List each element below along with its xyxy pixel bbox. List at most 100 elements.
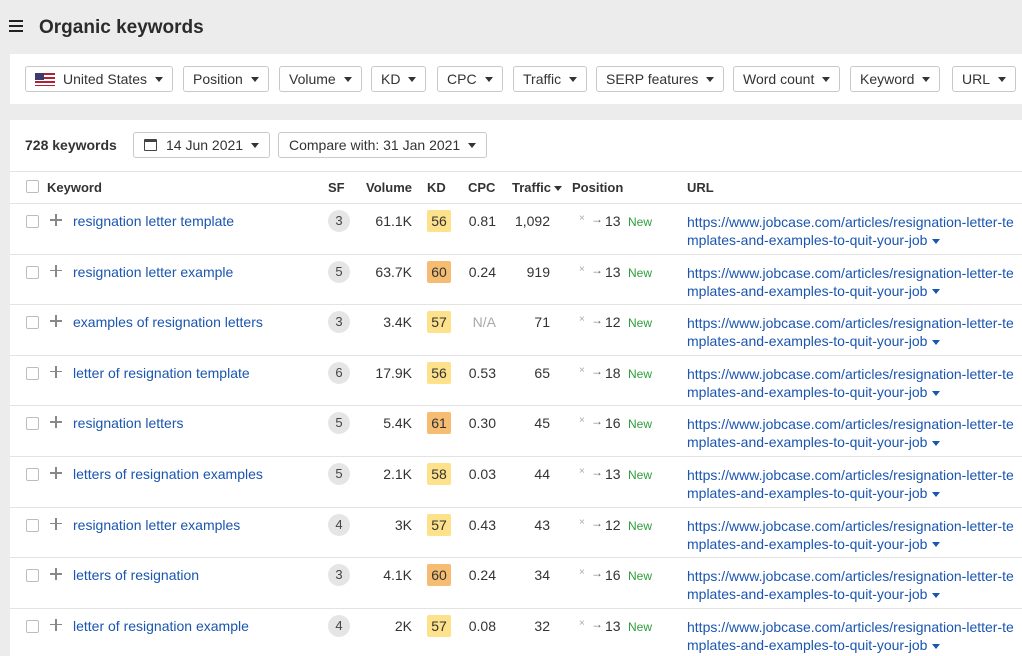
- url-link[interactable]: https://www.jobcase.com/articles/resigna…: [687, 213, 1017, 249]
- date-label: 14 Jun 2021: [166, 137, 244, 153]
- column-header-traffic[interactable]: Traffic: [512, 180, 563, 195]
- volume-filter-button[interactable]: Volume: [279, 66, 362, 92]
- traffic-filter-button[interactable]: Traffic: [513, 66, 588, 92]
- keyword-link[interactable]: resignation letter example: [73, 264, 233, 280]
- table-row: resignation letter example 5 63.7K 60 0.24 91…: [10, 253, 1022, 305]
- chevron-down-icon: [484, 76, 493, 82]
- chevron-down-icon[interactable]: [932, 339, 941, 345]
- kd-badge: 60: [427, 564, 451, 587]
- serp-features-badge[interactable]: 5: [328, 260, 350, 283]
- serp-features-badge[interactable]: 4: [328, 513, 350, 536]
- serp-features-filter-button[interactable]: SERP features: [596, 66, 725, 92]
- plus-icon[interactable]: [50, 315, 62, 328]
- row-checkbox[interactable]: [26, 468, 39, 481]
- row-checkbox[interactable]: [26, 417, 39, 431]
- date-picker-button[interactable]: 14 Jun 2021: [133, 132, 271, 158]
- serp-features-badge[interactable]: 6: [328, 361, 350, 384]
- chevron-down-icon[interactable]: [932, 238, 941, 244]
- url-link[interactable]: https://www.jobcase.com/articles/resigna…: [687, 415, 1017, 451]
- chevron-down-icon[interactable]: [932, 592, 941, 598]
- compare-label: Compare with: 31 Jan 2021: [289, 137, 461, 153]
- row-checkbox[interactable]: [26, 265, 39, 279]
- column-header-kd[interactable]: KD: [427, 180, 446, 195]
- keyword-link[interactable]: resignation letter template: [73, 213, 234, 229]
- position-value: 16: [605, 415, 621, 432]
- plus-icon[interactable]: [50, 568, 62, 581]
- plus-icon[interactable]: [50, 264, 62, 277]
- chevron-down-icon: [468, 142, 477, 148]
- column-header-keyword[interactable]: Keyword: [47, 180, 102, 195]
- volume-value: 2.1K: [383, 466, 412, 482]
- table-row: resignation letters 5 5.4K 61 0.30 45 × → 16 New h…: [10, 405, 1022, 456]
- row-checkbox[interactable]: [26, 619, 39, 633]
- compare-with-button[interactable]: Compare with: 31 Jan 2021: [278, 132, 488, 158]
- us-flag-icon: [35, 72, 55, 86]
- volume-value: 61.1K: [375, 213, 412, 229]
- chevron-down-icon[interactable]: [932, 441, 941, 447]
- url-link[interactable]: https://www.jobcase.com/articles/resigna…: [687, 466, 1017, 502]
- cpc-value: 0.03: [468, 466, 496, 482]
- chevron-down-icon[interactable]: [932, 542, 941, 548]
- keyword-link[interactable]: letters of resignation examples: [73, 466, 263, 482]
- keyword-filter-label: Keyword: [860, 71, 915, 87]
- url-link[interactable]: https://www.jobcase.com/articles/resigna…: [687, 517, 1017, 553]
- row-checkbox[interactable]: [26, 366, 39, 380]
- keyword-link[interactable]: letters of resignation: [73, 567, 199, 583]
- plus-icon[interactable]: [50, 214, 62, 226]
- plus-icon[interactable]: [50, 467, 62, 479]
- keyword-filter-button[interactable]: Keyword: [850, 66, 941, 92]
- serp-features-badge[interactable]: 3: [328, 311, 350, 334]
- plus-icon[interactable]: [50, 365, 62, 378]
- previous-position-none-icon: ×: [579, 466, 585, 477]
- keyword-link[interactable]: letter of resignation example: [73, 618, 249, 634]
- position-filter-button[interactable]: Position: [183, 66, 269, 92]
- kd-filter-button[interactable]: KD: [371, 66, 427, 92]
- url-link[interactable]: https://www.jobcase.com/articles/resigna…: [687, 365, 1017, 401]
- plus-icon[interactable]: [50, 517, 62, 530]
- column-header-position[interactable]: Position: [572, 180, 623, 195]
- column-header-url[interactable]: URL: [687, 180, 714, 195]
- row-checkbox[interactable]: [26, 518, 39, 532]
- row-checkbox[interactable]: [26, 569, 39, 583]
- chevron-down-icon[interactable]: [932, 491, 941, 497]
- url-link[interactable]: https://www.jobcase.com/articles/resigna…: [687, 567, 1017, 603]
- table-row: letter of resignation example 4 2K 57 0.08 32…: [10, 607, 1022, 656]
- volume-value: 3.4K: [383, 314, 412, 331]
- country-filter-button[interactable]: United States: [25, 66, 174, 92]
- plus-icon[interactable]: [50, 618, 62, 631]
- chevron-down-icon[interactable]: [932, 289, 941, 295]
- top-bar: Organic keywords: [0, 0, 1022, 54]
- sort-desc-icon: [554, 186, 563, 192]
- url-link[interactable]: https://www.jobcase.com/articles/resigna…: [687, 314, 1017, 350]
- serp-features-badge[interactable]: 3: [328, 210, 350, 232]
- hamburger-menu-icon[interactable]: [9, 20, 23, 32]
- row-checkbox[interactable]: [26, 316, 39, 330]
- keyword-link[interactable]: resignation letters: [73, 415, 184, 431]
- url-filter-button[interactable]: URL: [952, 66, 1017, 92]
- cpc-filter-button[interactable]: CPC: [437, 66, 503, 92]
- kd-badge: 58: [427, 463, 451, 485]
- keyword-count: 728 keywords: [25, 137, 117, 153]
- serp-features-badge[interactable]: 3: [328, 564, 350, 587]
- column-header-cpc[interactable]: CPC: [468, 180, 495, 195]
- serp-features-badge[interactable]: 5: [328, 412, 350, 435]
- traffic-filter-label: Traffic: [523, 71, 562, 87]
- keyword-link[interactable]: examples of resignation letters: [73, 314, 263, 330]
- divider: [10, 171, 1022, 172]
- column-header-sf[interactable]: SF: [328, 180, 345, 195]
- url-link[interactable]: https://www.jobcase.com/articles/resigna…: [687, 618, 1017, 654]
- chevron-down-icon[interactable]: [932, 643, 941, 649]
- select-all-checkbox[interactable]: [26, 180, 39, 193]
- url-link[interactable]: https://www.jobcase.com/articles/resigna…: [687, 264, 1017, 300]
- chevron-down-icon[interactable]: [932, 390, 941, 396]
- serp-features-badge[interactable]: 4: [328, 614, 350, 637]
- new-status-label: New: [628, 619, 653, 634]
- serp-features-badge[interactable]: 5: [328, 463, 350, 485]
- column-header-volume[interactable]: Volume: [366, 180, 412, 195]
- keyword-link[interactable]: resignation letter examples: [73, 517, 240, 533]
- plus-icon[interactable]: [50, 416, 62, 429]
- keyword-link[interactable]: letter of resignation template: [73, 365, 250, 381]
- row-checkbox[interactable]: [26, 215, 39, 228]
- url-text: https://www.jobcase.com/articles/resigna…: [687, 315, 1014, 350]
- word-count-filter-button[interactable]: Word count: [733, 66, 841, 92]
